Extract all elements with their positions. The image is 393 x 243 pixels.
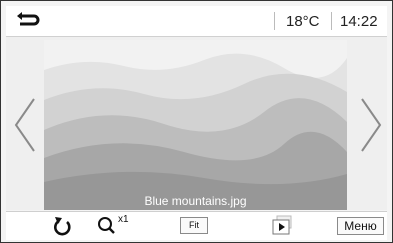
back-button[interactable]: [8, 8, 48, 34]
infotainment-screen: 18°C 14:22 Blue mountains.jpg x1 Fit Мен…: [0, 0, 393, 243]
mountains-image: [44, 40, 347, 210]
fit-button[interactable]: Fit: [180, 217, 208, 234]
divider: [274, 12, 275, 30]
rotate-icon: [54, 217, 71, 236]
slideshow-button[interactable]: [267, 214, 299, 238]
slideshow-play-icon: [272, 215, 292, 235]
chevron-right-icon: [361, 98, 382, 152]
back-arrow-icon: [17, 12, 40, 26]
zoom-level: x1: [118, 214, 129, 225]
image-viewer: Blue mountains.jpg: [6, 37, 387, 210]
previous-image-button[interactable]: [10, 95, 40, 155]
menu-label: Меню: [344, 219, 377, 233]
image-file-name: Blue mountains.jpg: [144, 194, 247, 208]
divider: [331, 12, 332, 30]
magnifier-icon: [98, 217, 115, 234]
temperature-display: 18°C: [286, 13, 320, 30]
status-bar: 18°C 14:22: [6, 6, 387, 37]
clock-display: 14:22: [340, 13, 378, 30]
next-image-button[interactable]: [356, 95, 386, 155]
chevron-left-icon: [14, 98, 35, 152]
menu-button[interactable]: Меню: [337, 217, 384, 235]
zoom-button[interactable]: x1: [96, 214, 136, 238]
fit-label: Fit: [189, 220, 199, 230]
photo[interactable]: Blue mountains.jpg: [44, 40, 347, 210]
bottom-toolbar: x1 Fit Меню: [6, 211, 387, 240]
rotate-button[interactable]: [50, 214, 76, 238]
